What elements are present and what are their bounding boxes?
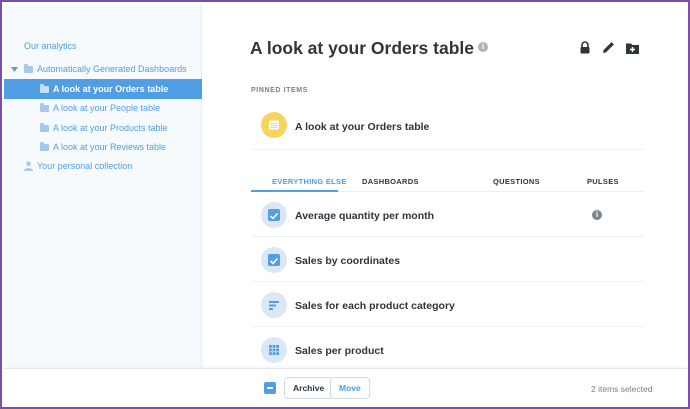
sidebar-item-label: A look at your Products table [53,123,168,133]
lock-icon[interactable] [579,41,592,54]
info-icon[interactable]: i [478,42,488,53]
tab-dashboards[interactable]: DASHBOARDS [362,177,419,186]
folder-icon [40,103,49,112]
folder-icon [40,142,49,151]
sidebar-item-orders[interactable]: A look at your Orders table [4,79,202,99]
sidebar-item-people[interactable]: A look at your People table [4,98,202,118]
list-item[interactable]: Average quantity per month i [251,192,645,237]
pinned-section-label: PINNED ITEMS [251,87,308,94]
folder-icon [40,123,49,132]
add-folder-icon[interactable] [626,41,639,54]
sidebar-item-label: A look at your People table [53,103,161,113]
list-item-label: Sales by coordinates [295,255,401,267]
bar-chart-icon [261,292,287,318]
checked-checkbox-icon[interactable] [268,209,280,221]
sidebar-item-label: A look at your Orders table [53,84,169,94]
sidebar-item-personal-collection[interactable]: Your personal collection [4,156,202,176]
checked-checkbox-icon[interactable] [268,254,280,266]
folder-icon [40,84,49,93]
page-title: A look at your Orders table i [250,38,488,59]
tab-everything-else[interactable]: EVERYTHING ELSE [272,177,347,186]
list-item-label: Average quantity per month [295,210,435,222]
archive-button[interactable]: Archive [284,377,334,399]
move-button[interactable]: Move [330,377,370,399]
sidebar-item-auto-dashboards[interactable]: Automatically Generated Dashboards [4,59,202,79]
pinned-item-label: A look at your Orders table [295,121,430,133]
grid-table-icon [261,337,287,363]
bulk-select-checkbox[interactable] [264,382,276,394]
sidebar-item-reviews[interactable]: A look at your Reviews table [4,137,202,157]
list-item-label: Sales per product [295,345,384,357]
list-item[interactable]: Sales by coordinates [251,237,645,282]
list-item-label: Sales for each product category [295,300,455,312]
dashboard-icon [261,112,287,138]
sidebar-item-label: Automatically Generated Dashboards [37,64,187,74]
tab-pulses[interactable]: PULSES [587,177,619,186]
sidebar-item-label: Your personal collection [37,161,133,171]
sidebar-item-our-analytics[interactable]: Our analytics [4,36,202,56]
list-item[interactable]: Sales for each product category [251,282,645,327]
selected-count-text: 2 items selected [591,384,653,394]
pinned-item[interactable]: A look at your Orders table [251,106,645,150]
tab-questions[interactable]: QUESTIONS [493,177,540,186]
info-icon[interactable]: i [592,210,602,220]
sidebar-item-label: A look at your Reviews table [53,142,167,152]
app-window: Our analytics Automatically Generated Da… [0,0,690,409]
page-title-text: A look at your Orders table [250,38,474,58]
item-type-tabs: EVERYTHING ELSE DASHBOARDS QUESTIONS PUL… [251,171,645,192]
person-icon [24,161,33,171]
list-item[interactable]: Sales per product [251,327,645,372]
folder-icon [24,64,33,73]
chevron-down-icon[interactable] [10,65,18,73]
collections-sidebar: Our analytics Automatically Generated Da… [4,4,202,367]
sidebar-item-products[interactable]: A look at your Products table [4,118,202,138]
pencil-icon[interactable] [602,41,615,54]
sidebar-item-label: Our analytics [24,41,77,51]
